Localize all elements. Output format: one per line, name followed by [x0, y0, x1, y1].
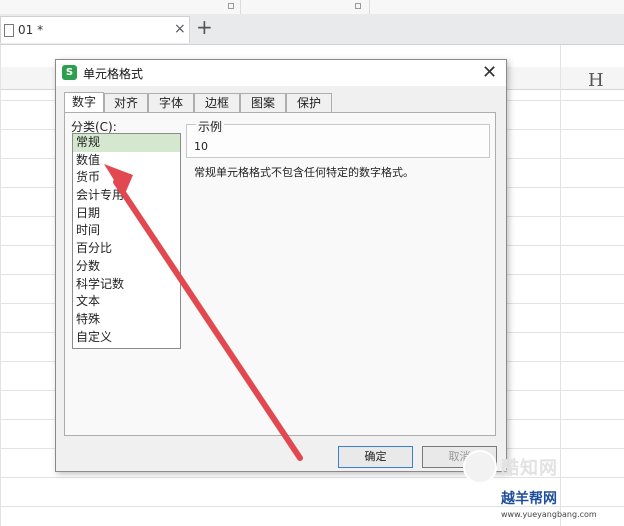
watermark-line1: 酷知网	[501, 458, 558, 479]
watermark-url: www.yueyangbang.com	[501, 510, 597, 519]
watermark-line2: 越羊帮网	[501, 491, 557, 507]
site-watermark: 酷知网 越羊帮网 www.yueyangbang.com	[455, 440, 624, 526]
arrow-shaft	[113, 179, 303, 461]
arrow-head	[104, 164, 133, 196]
watermark-logo-icon	[463, 450, 497, 484]
